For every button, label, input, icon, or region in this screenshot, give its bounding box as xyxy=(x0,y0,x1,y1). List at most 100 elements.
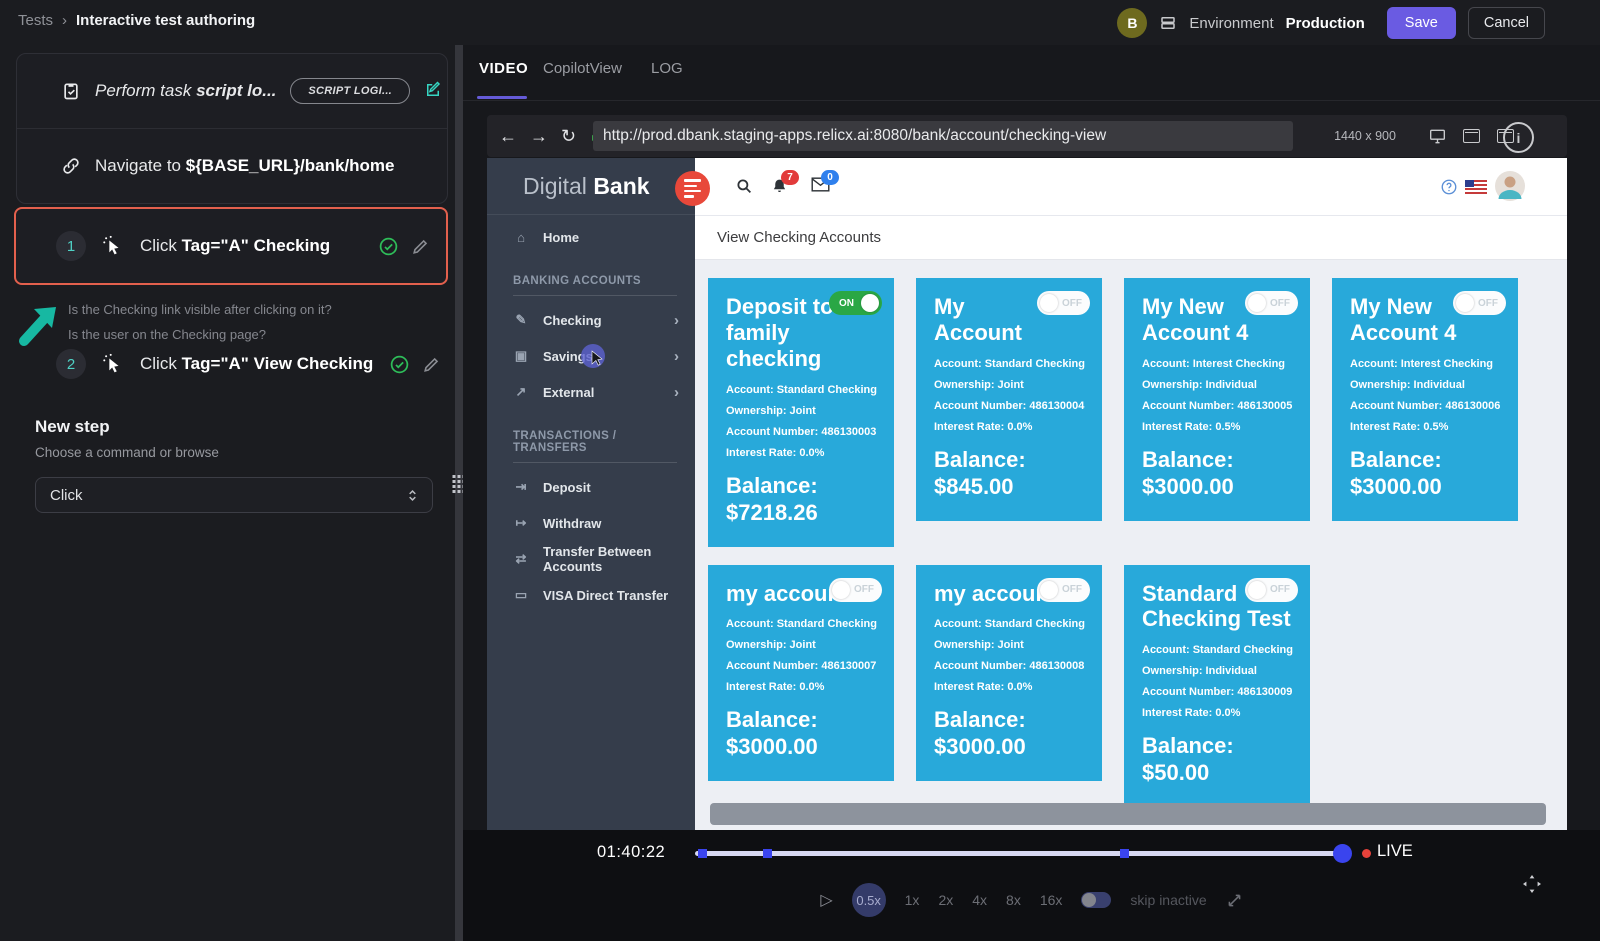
sidebar-item-visa-direct-transfer[interactable]: ▭VISA Direct Transfer xyxy=(487,577,695,613)
account-detail: Ownership: Joint xyxy=(934,639,1084,651)
speed-16x[interactable]: 16x xyxy=(1040,892,1063,908)
sidebar-item-label: Checking xyxy=(543,313,602,328)
move-cursor-icon xyxy=(1522,874,1542,894)
speed-0.5x[interactable]: 0.5x xyxy=(852,883,886,917)
breadcrumb-tests[interactable]: Tests xyxy=(18,12,53,29)
account-card[interactable]: my accountOFFAccount: Standard CheckingO… xyxy=(708,565,894,782)
notifications-bell-icon[interactable]: 7 xyxy=(771,177,789,195)
account-toggle[interactable]: OFF xyxy=(1245,291,1298,315)
video-frame: Digital Bank ⌂ Home BANKING ACCOUNTS✎Che… xyxy=(487,158,1567,830)
fullscreen-icon[interactable] xyxy=(1226,892,1243,909)
messages-mail-icon[interactable]: 0 xyxy=(811,177,829,195)
sidebar-item-transfer-between-accounts[interactable]: ⇄Transfer Between Accounts xyxy=(487,541,695,577)
help-icon[interactable] xyxy=(1440,178,1458,196)
user-avatar[interactable] xyxy=(1495,171,1513,189)
speed-1x[interactable]: 1x xyxy=(905,892,920,908)
sidebar-item-deposit[interactable]: ⇥Deposit xyxy=(487,469,695,505)
account-toggle[interactable]: OFF xyxy=(829,578,882,602)
account-card[interactable]: Standard Checking TestOFFAccount: Standa… xyxy=(1124,565,1310,808)
playback-region: VIDEO CopilotView LOG ← → ↻ http://prod.… xyxy=(463,45,1600,941)
account-card[interactable]: My New Account 4OFFAccount: Interest Che… xyxy=(1124,278,1310,521)
toggle-state-label: OFF xyxy=(1270,584,1290,595)
account-detail: Account: Standard Checking xyxy=(1142,644,1292,656)
playhead-handle[interactable] xyxy=(1333,844,1352,863)
script-login-chip[interactable]: SCRIPT LOGI... xyxy=(290,78,410,104)
step-1-selected[interactable]: 1 Click Tag="A" Checking xyxy=(14,207,448,285)
hamburger-menu-button[interactable] xyxy=(675,171,710,206)
speed-8x[interactable]: 8x xyxy=(1006,892,1021,908)
account-card[interactable]: My New Account 4OFFAccount: Interest Che… xyxy=(1332,278,1518,521)
speed-4x[interactable]: 4x xyxy=(972,892,987,908)
reload-icon[interactable]: ↻ xyxy=(561,127,576,145)
search-icon[interactable] xyxy=(735,177,753,195)
account-card[interactable]: My AccountOFFAccount: Standard CheckingO… xyxy=(916,278,1102,521)
edit-script-icon[interactable] xyxy=(424,81,444,101)
environment-icon xyxy=(1159,14,1177,32)
cancel-button[interactable]: Cancel xyxy=(1468,7,1545,39)
timeline-track[interactable] xyxy=(695,851,1348,856)
savings-icon: ▣ xyxy=(513,348,529,364)
toggle-knob xyxy=(1248,294,1266,312)
account-detail: Account: Standard Checking xyxy=(934,358,1084,370)
account-card[interactable]: Deposit to family checkingONAccount: Sta… xyxy=(708,278,894,547)
clipboard-icon xyxy=(61,81,81,101)
panel-resize-handle[interactable] xyxy=(455,45,463,941)
save-button[interactable]: Save xyxy=(1387,7,1456,39)
sidebar-item-savings[interactable]: ▣Savings› xyxy=(487,338,695,374)
edit-pencil-icon[interactable] xyxy=(422,355,441,374)
tab-log[interactable]: LOG xyxy=(651,60,683,77)
sidebar-item-withdraw[interactable]: ↦Withdraw xyxy=(487,505,695,541)
tab-video[interactable]: VIDEO xyxy=(479,60,528,77)
bank-page-title: View Checking Accounts xyxy=(695,216,1567,260)
chevron-right-icon: › xyxy=(674,312,679,329)
account-toggle[interactable]: OFF xyxy=(1453,291,1506,315)
checking-icon: ✎ xyxy=(513,312,529,328)
account-card[interactable]: my accountOFFAccount: Standard CheckingO… xyxy=(916,565,1102,782)
account-detail: Ownership: Individual xyxy=(1142,665,1292,677)
timeline-marker[interactable] xyxy=(1120,849,1129,858)
account-toggle[interactable]: OFF xyxy=(1037,578,1090,602)
task-step-label: Perform task script lo... xyxy=(95,81,276,101)
toggle-state-label: OFF xyxy=(1478,298,1498,309)
step-number: 1 xyxy=(56,231,86,261)
navigate-step[interactable]: Navigate to ${BASE_URL}/bank/home xyxy=(17,129,447,203)
step-2[interactable]: 2 Click Tag="A" View Checking xyxy=(14,342,448,386)
sidebar-item-external[interactable]: ↗External› xyxy=(487,374,695,410)
edit-pencil-icon[interactable] xyxy=(411,237,430,256)
speed-2x[interactable]: 2x xyxy=(938,892,953,908)
account-detail: Account Number: 486130006 xyxy=(1350,400,1500,412)
recorded-cursor-icon xyxy=(589,350,605,366)
account-detail: Account: Standard Checking xyxy=(934,618,1084,630)
sidebar-item-checking[interactable]: ✎ Checking › xyxy=(487,302,695,338)
back-icon[interactable]: ← xyxy=(499,127,517,145)
view-tabs: VIDEO CopilotView LOG xyxy=(463,45,1600,101)
live-label[interactable]: LIVE xyxy=(1377,842,1413,861)
window-icon[interactable] xyxy=(1463,129,1480,143)
account-detail: Account Number: 486130005 xyxy=(1142,400,1292,412)
info-icon[interactable]: i xyxy=(1503,122,1534,153)
monitor-icon[interactable] xyxy=(1429,129,1446,144)
play-icon[interactable]: ▷ xyxy=(820,890,832,910)
account-detail: Interest Rate: 0.5% xyxy=(1142,421,1292,433)
avatar[interactable]: B xyxy=(1117,8,1147,38)
timeline-marker[interactable] xyxy=(763,849,772,858)
account-toggle[interactable]: OFF xyxy=(1037,291,1090,315)
skip-inactive-toggle[interactable] xyxy=(1081,892,1111,908)
timeline-marker[interactable] xyxy=(698,849,707,858)
toggle-knob xyxy=(832,581,850,599)
forward-icon[interactable]: → xyxy=(530,127,548,145)
perform-task-step[interactable]: Perform task script lo... SCRIPT LOGI... xyxy=(17,54,447,128)
tab-copilotview[interactable]: CopilotView xyxy=(543,60,622,77)
browser-chrome: ← → ↻ http://prod.dbank.staging-apps.rel… xyxy=(487,115,1567,157)
bank-logo: Digital Bank xyxy=(487,158,695,215)
environment-value[interactable]: Production xyxy=(1286,15,1365,32)
account-detail: Ownership: Joint xyxy=(726,639,876,651)
account-toggle[interactable]: OFF xyxy=(1245,578,1298,602)
url-field[interactable]: http://prod.dbank.staging-apps.relicx.ai… xyxy=(593,121,1293,151)
language-flag-icon[interactable] xyxy=(1465,180,1483,198)
account-toggle[interactable]: ON xyxy=(829,291,882,315)
command-select[interactable]: Click xyxy=(35,477,433,513)
account-detail: Ownership: Joint xyxy=(934,379,1084,391)
sidebar-item-home[interactable]: ⌂ Home xyxy=(487,219,695,255)
horizontal-scrollbar[interactable] xyxy=(710,803,1546,825)
